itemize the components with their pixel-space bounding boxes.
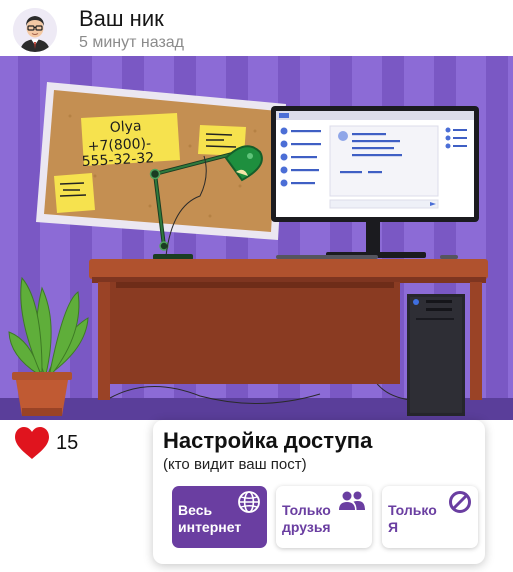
- option-whole-internet-label: Весь интернет: [178, 502, 242, 535]
- users-icon: [339, 491, 365, 510]
- option-whole-internet[interactable]: Весь интернет: [172, 486, 267, 548]
- option-friends-only[interactable]: Только друзья: [276, 486, 372, 548]
- access-title: Настройка доступа: [163, 428, 373, 453]
- sticky-note-name: Olya: [109, 118, 142, 136]
- mouse: [440, 255, 458, 259]
- pc-tower: [407, 294, 465, 416]
- user-avatar-icon: [13, 8, 57, 52]
- access-settings-card: Настройка доступа (кто видит ваш пост) В…: [153, 420, 485, 564]
- globe-icon: [238, 491, 260, 513]
- like-count: 15: [56, 432, 79, 454]
- user-name[interactable]: Ваш ник: [79, 6, 164, 32]
- post-image[interactable]: Olya +7(800)- 555-32-32: [0, 56, 513, 420]
- option-friends-only-label: Только друзья: [282, 502, 331, 535]
- blocked-icon: [449, 491, 471, 513]
- access-subtitle: (кто видит ваш пост): [163, 456, 307, 473]
- option-only-me[interactable]: Только Я: [382, 486, 478, 548]
- office-desk-illustration: Olya +7(800)- 555-32-32: [0, 56, 513, 420]
- post-timestamp: 5 минут назад: [79, 34, 185, 51]
- post-header: Ваш ник 5 минут назад: [0, 0, 513, 56]
- option-only-me-label: Только Я: [388, 502, 437, 535]
- user-avatar[interactable]: [13, 8, 57, 52]
- keyboard: [276, 255, 378, 259]
- heart-icon[interactable]: [14, 426, 50, 460]
